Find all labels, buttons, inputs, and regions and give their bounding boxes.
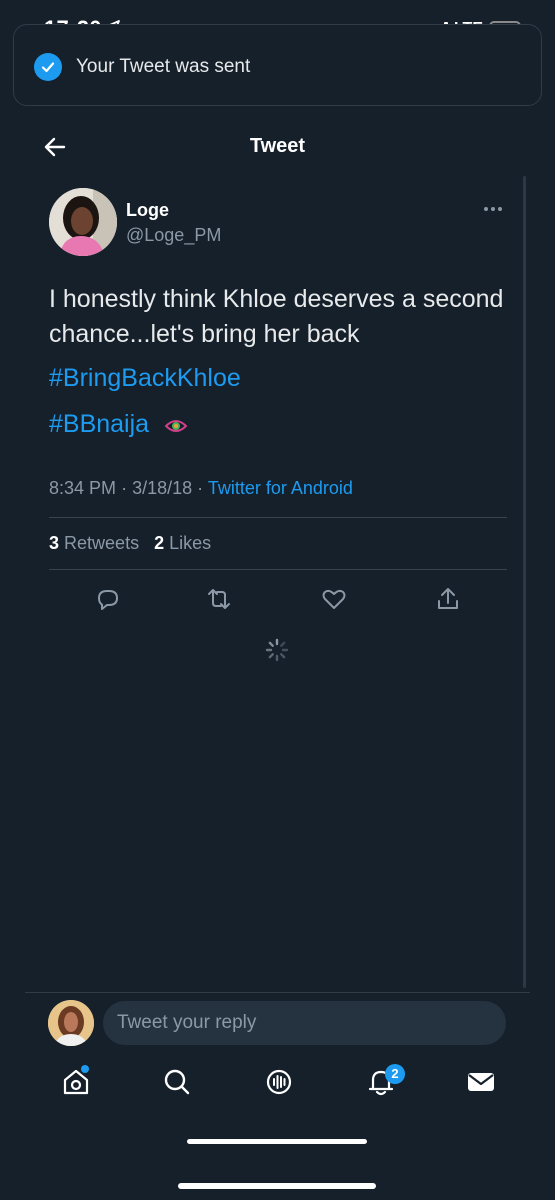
hashtag-link[interactable]: #BBnaija [49,410,149,439]
divider [49,517,507,518]
reply-input[interactable] [103,1001,506,1045]
author-avatar[interactable] [49,188,117,256]
tweet-text: I honestly think Khloe deserves a second… [49,285,504,348]
header: Tweet [0,118,555,174]
retweet-label[interactable]: Retweets [64,533,139,553]
bbnaija-eye-icon [165,420,187,432]
like-icon[interactable] [320,585,348,613]
reply-icon[interactable] [94,585,122,613]
check-icon [34,53,62,81]
like-count[interactable]: 2 [154,533,164,553]
more-options-icon[interactable] [484,202,506,216]
divider [49,569,507,570]
tweet-time: 8:34 PM [49,478,117,498]
tweet-date: 3/18/18 [132,478,193,498]
home-indicator [187,1139,367,1144]
retweet-icon[interactable] [205,585,233,613]
notification-badge: 2 [385,1064,405,1084]
toast-message: Your Tweet was sent [76,56,251,77]
spaces-icon[interactable] [262,1065,296,1099]
tweet-actions [0,585,555,615]
tweet-stats: 3 Retweets 2 Likes [49,533,211,554]
retweet-count[interactable]: 3 [49,533,59,553]
like-label[interactable]: Likes [169,533,211,553]
loading-spinner-icon [265,638,289,662]
search-icon[interactable] [160,1065,194,1099]
messages-icon[interactable] [464,1065,498,1099]
home-indicator [178,1183,376,1189]
page-title: Tweet [249,135,306,157]
new-content-dot [81,1065,89,1073]
author-name[interactable]: Loge [126,200,169,221]
tweet-source[interactable]: Twitter for Android [208,478,353,498]
divider [25,992,530,993]
author-handle[interactable]: @Loge_PM [126,225,221,246]
tweet-sent-toast[interactable]: Your Tweet was sent [13,24,542,106]
scrollbar[interactable] [523,176,526,988]
tweet-meta: 8:34 PM · 3/18/18 · Twitter for Android [49,478,353,498]
user-avatar[interactable] [48,1000,94,1046]
share-icon[interactable] [434,585,462,613]
hashtag-link[interactable]: #BringBackKhloe [49,364,241,393]
